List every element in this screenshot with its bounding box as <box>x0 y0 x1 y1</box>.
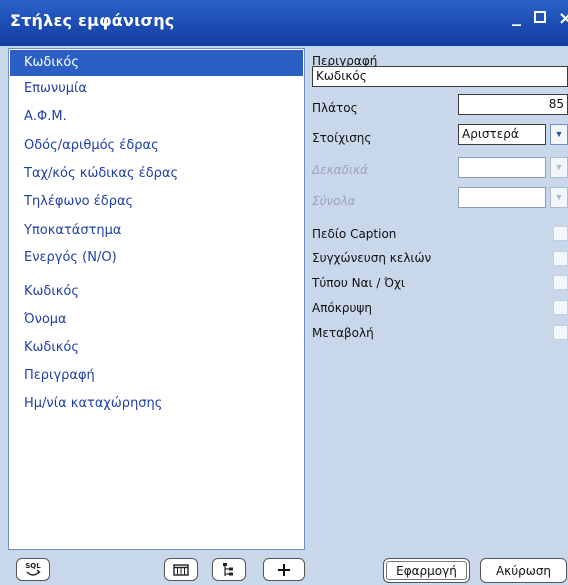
caption-field-label: Πεδίο Caption <box>312 227 397 241</box>
tree-button[interactable] <box>212 558 246 581</box>
change-checkbox[interactable] <box>553 325 568 340</box>
tree-icon <box>223 562 233 576</box>
change-label: Μεταβολή <box>312 326 374 340</box>
merge-cells-checkbox[interactable] <box>553 251 568 266</box>
totals-label: Σύνολα <box>312 194 356 208</box>
hide-checkbox[interactable] <box>553 300 568 315</box>
alignment-select[interactable]: Αριστερά <box>458 124 546 145</box>
list-item[interactable]: Τηλέφωνο έδρας <box>10 189 303 215</box>
chevron-down-icon: ▼ <box>550 187 568 208</box>
columns-list[interactable]: Κωδικός Επωνυμία Α.Φ.Μ. Οδός/αριθμός έδρ… <box>8 48 305 550</box>
merge-cells-label: Συγχώνευση κελιών <box>312 251 432 265</box>
list-item[interactable]: Κωδικός <box>10 279 303 305</box>
list-item[interactable]: Ταχ/κός κώδικας έδρας <box>10 161 303 187</box>
list-item[interactable]: Οδός/αριθμός έδρας <box>10 133 303 159</box>
plus-icon <box>278 563 290 576</box>
maximize-icon[interactable] <box>534 11 546 23</box>
cancel-button[interactable]: Ακύρωση <box>480 558 567 583</box>
list-item[interactable]: Ημ/νία καταχώρησης <box>10 391 303 417</box>
add-button[interactable] <box>263 558 305 581</box>
decimals-select <box>458 157 546 178</box>
dialog-window: Στήλες εμφάνισης _ × Κωδικός Επωνυμία Α.… <box>0 0 568 585</box>
description-field[interactable]: Κωδικός <box>312 66 568 87</box>
window-title: Στήλες εμφάνισης <box>10 11 175 30</box>
chevron-down-icon[interactable]: ▼ <box>550 124 568 145</box>
width-field[interactable]: 85 <box>458 94 568 115</box>
sql-icon: SQL <box>25 562 41 576</box>
decimals-label: Δεκαδικά <box>312 163 369 177</box>
yes-no-type-label: Τύπου Ναι / Όχι <box>312 276 405 290</box>
columns-button[interactable] <box>164 558 198 581</box>
hide-label: Απόκρυψη <box>312 301 372 315</box>
sql-button[interactable]: SQL <box>16 558 50 581</box>
title-bar[interactable]: Στήλες εμφάνισης _ × <box>0 0 568 46</box>
list-item[interactable]: Επωνυμία <box>10 76 303 102</box>
apply-button[interactable]: Εφαρμογή <box>383 558 470 583</box>
yes-no-type-checkbox[interactable] <box>553 275 568 290</box>
list-item[interactable]: Κωδικός <box>10 50 303 76</box>
alignment-label: Στοίχισης <box>312 131 372 145</box>
list-item[interactable]: Όνομα <box>10 307 303 333</box>
list-item[interactable]: Περιγραφή <box>10 363 303 389</box>
width-label: Πλάτος <box>312 101 358 115</box>
minimize-icon[interactable]: _ <box>512 8 521 26</box>
columns-icon <box>173 563 189 576</box>
list-item[interactable]: Κωδικός <box>10 335 303 361</box>
close-icon[interactable]: × <box>558 10 568 28</box>
chevron-down-icon: ▼ <box>550 157 568 178</box>
totals-select <box>458 187 546 208</box>
list-item[interactable]: Υποκατάστημα <box>10 218 303 244</box>
caption-field-checkbox[interactable] <box>553 226 568 241</box>
list-item[interactable]: Ενεργός (Ν/Ο) <box>10 245 303 271</box>
sql-icon-text: SQL <box>25 562 41 570</box>
properties-panel: Περιγραφή Κωδικός Πλάτος 85 Στοίχισης Αρ… <box>312 48 568 550</box>
list-item[interactable]: Α.Φ.Μ. <box>10 104 303 130</box>
